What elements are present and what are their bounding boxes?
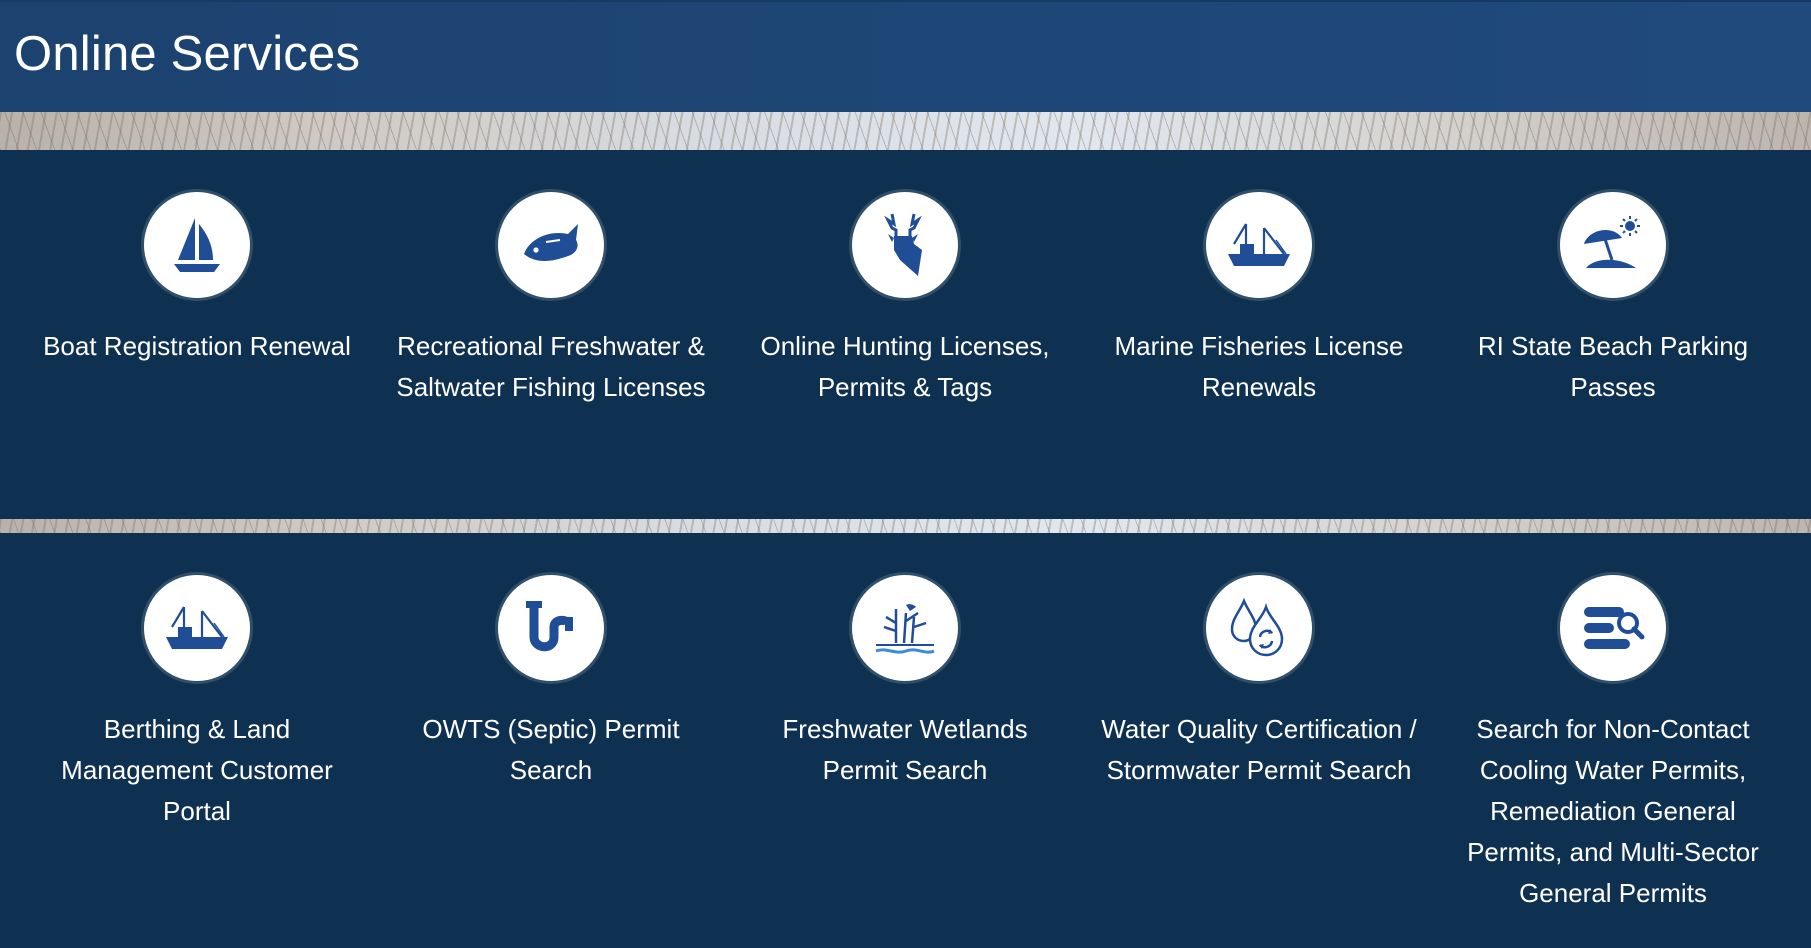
tile-owts-septic[interactable]: OWTS (Septic) Permit Search [374,575,728,914]
tile-beach-parking[interactable]: RI State Beach Parking Passes [1436,192,1790,408]
tile-fishing-licenses[interactable]: Recreational Freshwater & Saltwater Fish… [374,192,728,408]
tile-water-quality-stormwater[interactable]: Water Quality Certification / Stormwater… [1082,575,1436,914]
services-row-2: Berthing & Land Management Customer Port… [0,533,1811,948]
fishing-boat-icon [144,575,250,681]
wetlands-icon [852,575,958,681]
tile-label: Search for Non-Contact Cooling Water Per… [1467,714,1759,908]
services-row-1: Boat Registration Renewal Recreational F… [0,150,1811,519]
beach-umbrella-icon [1560,192,1666,298]
tile-label: Online Hunting Licenses, Permits & Tags [760,331,1050,402]
tile-freshwater-wetlands[interactable]: Freshwater Wetlands Permit Search [728,575,1082,914]
fish-icon [498,192,604,298]
page-header: Online Services [0,0,1811,112]
page-title: Online Services [14,27,361,81]
background-photo-strip [0,112,1811,150]
deer-icon [852,192,958,298]
sailboat-icon [144,192,250,298]
tile-label: Berthing & Land Management Customer Port… [61,714,333,826]
tile-non-contact-cooling-search[interactable]: Search for Non-Contact Cooling Water Per… [1436,575,1790,914]
tile-label: Water Quality Certification / Stormwater… [1101,714,1417,785]
tile-label: RI State Beach Parking Passes [1477,331,1749,402]
tile-label: Freshwater Wetlands Permit Search [782,714,1028,785]
tile-marine-fisheries[interactable]: Marine Fisheries License Renewals [1082,192,1436,408]
tile-label: OWTS (Septic) Permit Search [422,714,680,785]
tile-label: Recreational Freshwater & Saltwater Fish… [396,331,706,402]
tile-boat-registration[interactable]: Boat Registration Renewal [20,192,374,408]
background-photo-strip [0,519,1811,533]
tile-label: Marine Fisheries License Renewals [1114,331,1404,402]
tile-label: Boat Registration Renewal [43,331,351,361]
tile-hunting-licenses[interactable]: Online Hunting Licenses, Permits & Tags [728,192,1082,408]
tile-berthing-land-management[interactable]: Berthing & Land Management Customer Port… [20,575,374,914]
document-search-icon [1560,575,1666,681]
water-drops-icon [1206,575,1312,681]
septic-pipe-icon [498,575,604,681]
fishing-boat-icon [1206,192,1312,298]
